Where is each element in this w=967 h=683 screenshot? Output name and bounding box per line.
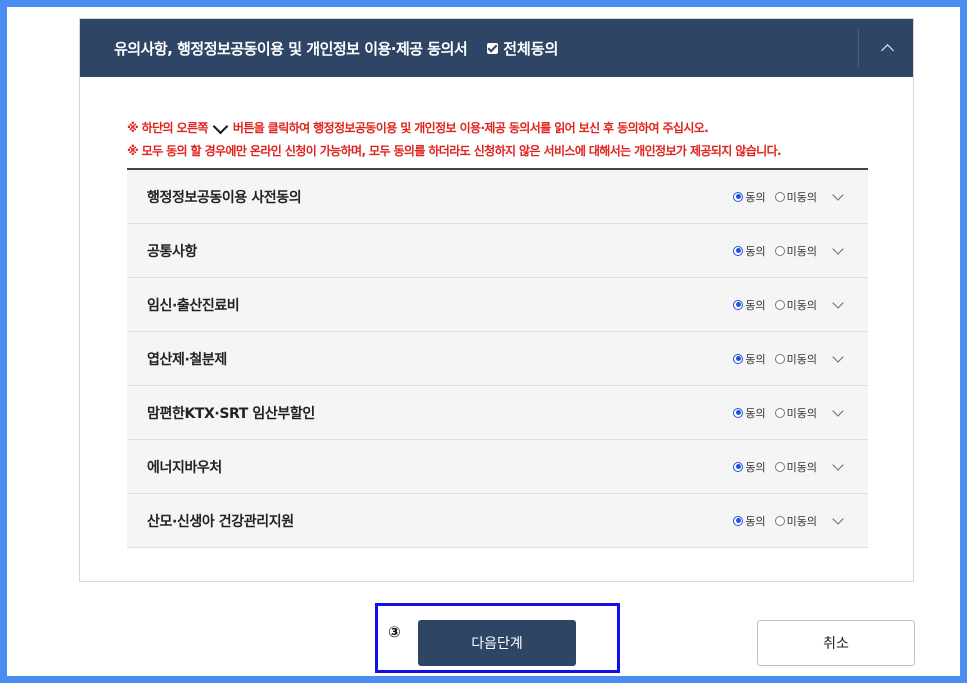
consent-options: 동의 미동의 xyxy=(733,332,848,385)
agree-radio[interactable]: 동의 xyxy=(733,351,766,367)
consent-options: 동의 미동의 xyxy=(733,494,848,547)
disagree-radio-label: 미동의 xyxy=(786,406,817,420)
consent-options: 동의 미동의 xyxy=(733,278,848,331)
agree-radio-label: 동의 xyxy=(745,514,766,528)
expand-toggle[interactable] xyxy=(828,187,848,207)
radio-icon xyxy=(733,461,744,472)
expand-toggle[interactable] xyxy=(828,457,848,477)
panel-header: 유의사항, 행정정보공동이용 및 개인정보 이용·제공 동의서 전체동의 xyxy=(80,19,913,77)
agree-radio-label: 동의 xyxy=(745,460,766,474)
radio-icon xyxy=(774,461,785,472)
chevron-down-icon xyxy=(832,458,844,471)
disagree-radio[interactable]: 미동의 xyxy=(774,459,817,475)
agree-radio-label: 동의 xyxy=(745,406,766,420)
disagree-radio-label: 미동의 xyxy=(786,460,817,474)
chevron-up-icon xyxy=(880,44,894,57)
chevron-down-icon xyxy=(832,404,844,417)
consent-row: 임신·출산진료비 동의 미동의 xyxy=(127,278,868,332)
radio-icon xyxy=(733,245,744,256)
notice-line-1: ※ 하단의 오른쪽 버튼을 클릭하여 행정정보공동이용 및 개인정보 이용·제공… xyxy=(127,117,781,140)
consent-item-label: 공통사항 xyxy=(147,243,197,260)
notice-line-2: ※ 모두 동의 할 경우에만 온라인 신청이 가능하며, 모두 동의를 하더라도… xyxy=(127,144,782,158)
disagree-radio[interactable]: 미동의 xyxy=(774,243,817,259)
consent-item-label: 산모·신생아 건강관리지원 xyxy=(147,513,294,530)
agree-radio[interactable]: 동의 xyxy=(733,189,766,205)
radio-icon xyxy=(774,191,785,202)
consent-row: 엽산제·철분제 동의 미동의 xyxy=(127,332,868,386)
panel-title: 유의사항, 행정정보공동이용 및 개인정보 이용·제공 동의서 xyxy=(114,39,468,58)
agree-radio[interactable]: 동의 xyxy=(733,459,766,475)
consent-options: 동의 미동의 xyxy=(733,170,848,223)
radio-icon xyxy=(774,245,785,256)
consent-options: 동의 미동의 xyxy=(733,386,848,439)
collapse-button[interactable] xyxy=(860,19,914,77)
radio-icon xyxy=(733,515,744,526)
expand-toggle[interactable] xyxy=(828,295,848,315)
consent-options: 동의 미동의 xyxy=(733,224,848,277)
agree-radio[interactable]: 동의 xyxy=(733,297,766,313)
radio-icon xyxy=(733,299,744,310)
disagree-radio[interactable]: 미동의 xyxy=(774,405,817,421)
disagree-radio-label: 미동의 xyxy=(786,298,817,312)
chevron-down-icon xyxy=(832,242,844,255)
disagree-radio-label: 미동의 xyxy=(786,352,817,366)
consent-options: 동의 미동의 xyxy=(733,440,848,493)
agree-radio-label: 동의 xyxy=(745,244,766,258)
radio-icon xyxy=(774,515,785,526)
disagree-radio[interactable]: 미동의 xyxy=(774,189,817,205)
radio-icon xyxy=(774,407,785,418)
agree-radio-label: 동의 xyxy=(745,190,766,204)
disagree-radio[interactable]: 미동의 xyxy=(774,351,817,367)
notice-line-1-after: 버튼을 클릭하여 행정정보공동이용 및 개인정보 이용·제공 동의서를 읽어 보… xyxy=(232,121,709,135)
header-divider xyxy=(858,29,859,67)
chevron-down-icon xyxy=(212,118,229,134)
consent-item-label: 엽산제·철분제 xyxy=(147,351,227,368)
radio-icon xyxy=(774,299,785,310)
agree-all-label: 전체동의 xyxy=(503,39,559,58)
consent-row: 공통사항 동의 미동의 xyxy=(127,224,868,278)
agree-radio[interactable]: 동의 xyxy=(733,405,766,421)
expand-toggle[interactable] xyxy=(828,511,848,531)
agree-all-checkbox[interactable]: 전체동의 xyxy=(487,38,558,59)
radio-icon xyxy=(774,353,785,364)
chevron-down-icon xyxy=(832,350,844,363)
notice-block: ※ 하단의 오른쪽 버튼을 클릭하여 행정정보공동이용 및 개인정보 이용·제공… xyxy=(127,117,782,163)
checkbox-checked-icon xyxy=(487,42,499,54)
disagree-radio-label: 미동의 xyxy=(786,190,817,204)
consent-item-label: 행정정보공동이용 사전동의 xyxy=(147,189,302,206)
disagree-radio[interactable]: 미동의 xyxy=(774,513,817,529)
consent-panel: 유의사항, 행정정보공동이용 및 개인정보 이용·제공 동의서 전체동의 ※ 하… xyxy=(79,18,914,582)
expand-toggle[interactable] xyxy=(828,349,848,369)
step-marker: ③ xyxy=(388,623,401,641)
radio-icon xyxy=(733,353,744,364)
agree-radio-label: 동의 xyxy=(745,298,766,312)
notice-line-1-before: ※ 하단의 오른쪽 xyxy=(127,121,208,135)
disagree-radio[interactable]: 미동의 xyxy=(774,297,817,313)
consent-row: 맘편한KTX·SRT 임산부할인 동의 미동의 xyxy=(127,386,868,440)
agree-radio[interactable]: 동의 xyxy=(733,513,766,529)
disagree-radio-label: 미동의 xyxy=(786,244,817,258)
consent-row: 행정정보공동이용 사전동의 동의 미동의 xyxy=(127,170,868,224)
consent-list: 행정정보공동이용 사전동의 동의 미동의 공통사항 동의 미동의 임신·출산진료… xyxy=(127,168,868,548)
agree-radio[interactable]: 동의 xyxy=(733,243,766,259)
consent-row: 에너지바우처 동의 미동의 xyxy=(127,440,868,494)
consent-item-label: 임신·출산진료비 xyxy=(147,297,240,314)
cancel-button[interactable]: 취소 xyxy=(757,620,915,666)
consent-item-label: 에너지바우처 xyxy=(147,459,222,476)
consent-row: 산모·신생아 건강관리지원 동의 미동의 xyxy=(127,494,868,548)
disagree-radio-label: 미동의 xyxy=(786,514,817,528)
chevron-down-icon xyxy=(832,512,844,525)
expand-toggle[interactable] xyxy=(828,403,848,423)
radio-icon xyxy=(733,191,744,202)
next-step-button[interactable]: 다음단계 xyxy=(418,620,576,666)
chevron-down-icon xyxy=(832,188,844,201)
consent-item-label: 맘편한KTX·SRT 임산부할인 xyxy=(147,405,315,422)
expand-toggle[interactable] xyxy=(828,241,848,261)
agree-radio-label: 동의 xyxy=(745,352,766,366)
chevron-down-icon xyxy=(832,296,844,309)
radio-icon xyxy=(733,407,744,418)
